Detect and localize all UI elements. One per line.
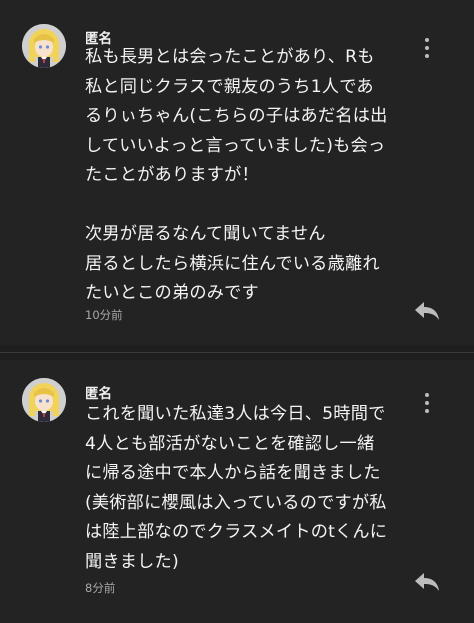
comment-line: これを聞いた私達3人は今日、5時間で bbox=[85, 404, 386, 424]
comment-timestamp: 10分前 bbox=[85, 308, 123, 322]
comment-line: していいよっと言っていました)も会っ bbox=[85, 135, 386, 156]
comment-line: に帰る途中で本人から話を聞きました bbox=[85, 463, 381, 483]
comment-divider bbox=[0, 352, 474, 353]
comment-text: これを聞いた私達3人は今日、5時間で 4人とも部活がないことを確認し一緒 に帰る… bbox=[85, 400, 435, 577]
comment-card: 匿名 私も長男とは会ったことがあり、Rも 私と同じクラスで親友のうち1人であ る… bbox=[0, 0, 474, 345]
comment-line: (美術部に櫻風は入っているのですが私 bbox=[85, 492, 387, 513]
comment-line: るりぃちゃん(こちらの子はあだ名は出 bbox=[85, 106, 388, 126]
reply-icon[interactable] bbox=[413, 571, 441, 593]
comment-timestamp: 8分前 bbox=[85, 581, 116, 595]
comment-line: たいとこの弟のみです bbox=[85, 283, 259, 303]
comment-line: 4人とも部活がないことを確認し一緒 bbox=[85, 433, 375, 454]
avatar[interactable] bbox=[22, 24, 66, 68]
comment-line: 次男が居るなんて聞いてません bbox=[85, 224, 326, 244]
comment-line: たことがありますが！ bbox=[85, 165, 259, 185]
comment-card: 匿名 これを聞いた私達3人は今日、5時間で 4人とも部活がないことを確認し一緒 … bbox=[0, 360, 474, 623]
comment-text: 私も長男とは会ったことがあり、Rも 私と同じクラスで親友のうち1人であ るりぃち… bbox=[85, 43, 435, 309]
comment-line: 私も長男とは会ったことがあり、Rも bbox=[85, 47, 375, 67]
comment-blank-line bbox=[85, 191, 435, 221]
anime-girl-avatar-icon bbox=[22, 378, 66, 422]
comment-line: 私と同じクラスで親友のうち1人であ bbox=[85, 76, 374, 97]
avatar[interactable] bbox=[22, 378, 66, 422]
comment-line: は陸上部なのでクラスメイトのtくんに bbox=[85, 522, 388, 542]
comment-line: 居るとしたら横浜に住んでいる歳離れ bbox=[85, 253, 380, 274]
comment-author: 匿名 bbox=[85, 386, 112, 402]
reply-icon[interactable] bbox=[413, 300, 441, 322]
anime-girl-avatar-icon bbox=[22, 24, 66, 68]
comment-line: 聞きました) bbox=[85, 551, 179, 572]
